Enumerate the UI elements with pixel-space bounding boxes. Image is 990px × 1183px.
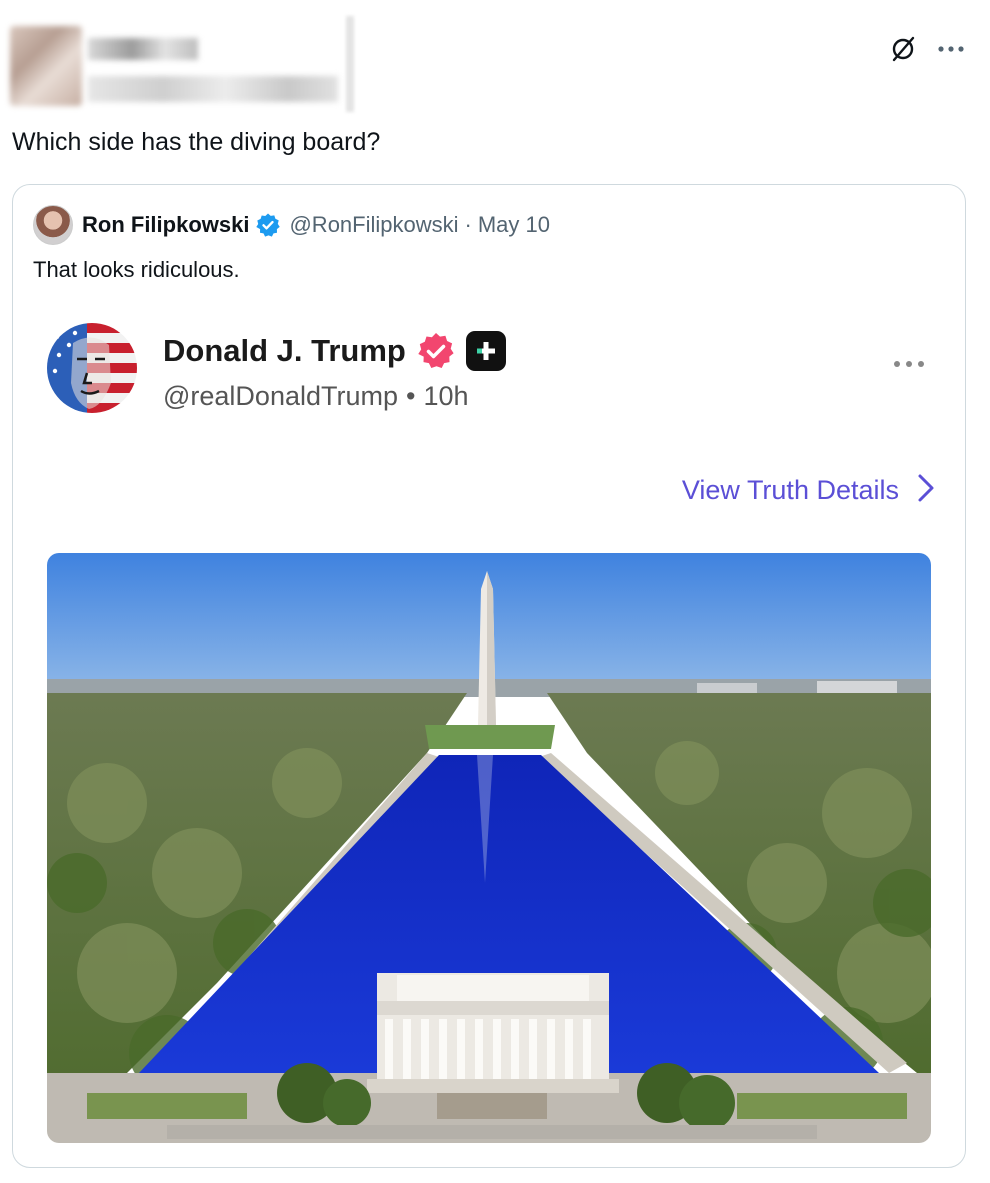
redacted-avatar xyxy=(10,26,82,106)
truth-handle-row: @realDonaldTrump • 10h xyxy=(163,381,469,412)
truth-author-name: Donald J. Trump xyxy=(163,333,406,368)
redacted-name xyxy=(88,38,198,60)
post-actions xyxy=(888,34,966,64)
chevron-right-icon xyxy=(917,473,935,508)
quoted-tweet-header: Ron Filipkowski @RonFilipkowski · May 10 xyxy=(33,205,550,245)
view-truth-details-label: View Truth Details xyxy=(681,475,899,505)
truth-dot: • xyxy=(406,381,416,411)
tweet-text: Which side has the diving board? xyxy=(12,128,381,156)
more-icon[interactable] xyxy=(936,34,966,64)
truth-plus-icon xyxy=(465,331,506,371)
truth-handle: @realDonaldTrump xyxy=(163,381,398,411)
quoted-author-name[interactable]: Ron Filipkowski xyxy=(82,212,249,238)
avatar[interactable] xyxy=(33,205,73,245)
truth-more-icon xyxy=(893,355,925,373)
grok-slash-icon[interactable] xyxy=(888,34,918,64)
redacted-handle xyxy=(88,76,338,102)
truth-author-row: Donald J. Trump xyxy=(163,331,506,371)
truth-time: 10h xyxy=(423,381,469,411)
truth-avatar xyxy=(47,323,137,413)
view-truth-details-link[interactable]: View Truth Details xyxy=(682,473,935,508)
reflecting-pool-photo[interactable] xyxy=(47,553,931,1143)
quoted-date[interactable]: May 10 xyxy=(478,212,550,238)
truth-verified-icon xyxy=(416,331,456,371)
quoted-text: That looks ridiculous. xyxy=(33,257,240,282)
verified-badge-icon xyxy=(255,212,281,238)
separator-dot: · xyxy=(464,212,472,237)
quoted-handle[interactable]: @RonFilipkowski xyxy=(289,212,458,238)
redacted-author xyxy=(10,16,354,112)
quoted-tweet-card[interactable]: Ron Filipkowski @RonFilipkowski · May 10… xyxy=(12,184,966,1168)
redacted-edge xyxy=(346,16,354,112)
